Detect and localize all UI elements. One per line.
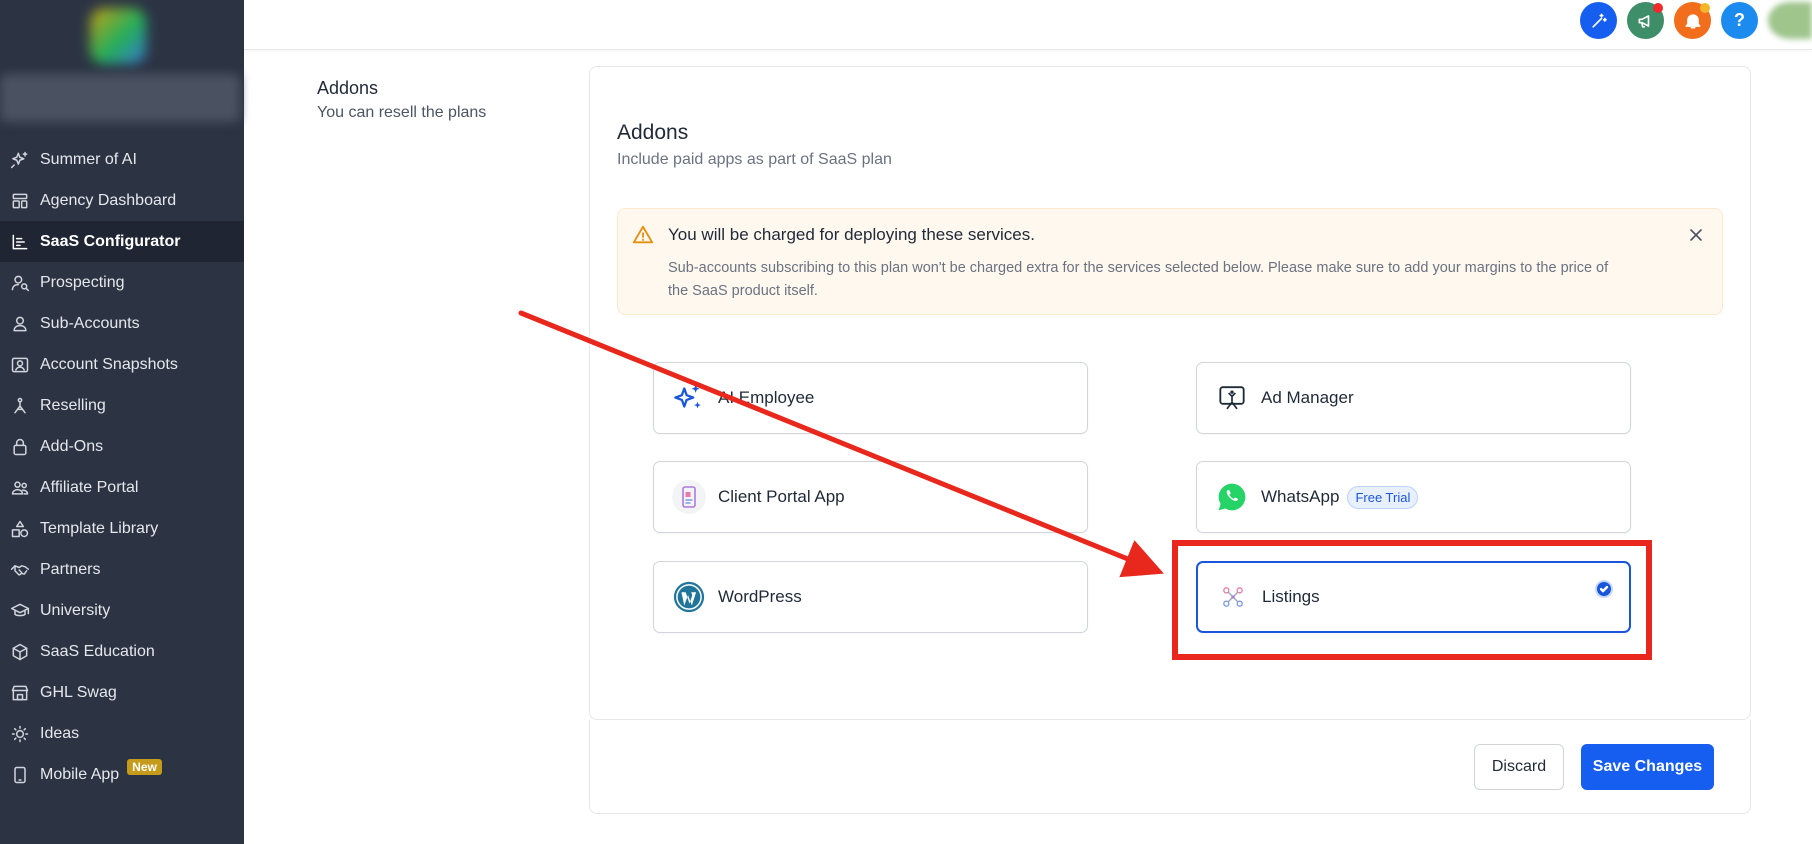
sidebar-item-prospecting[interactable]: Prospecting [0,262,244,303]
shapes-icon [9,518,31,540]
sidebar-item-label: Mobile App [40,765,120,783]
sidebar-item-label: Summer of AI [40,150,137,168]
top-bar: ? [244,0,1812,50]
addon-name: AI Employee [718,388,815,407]
sidebar-item-university[interactable]: University [0,590,244,631]
agency-logo[interactable] [90,8,146,64]
store-icon [9,682,31,704]
addon-whatsapp[interactable]: WhatsApp Free Trial [1196,461,1631,533]
sidebar-item-label: University [40,601,111,619]
sidebar-item-label: SaaS Education [40,642,155,660]
sidebar-item-label: Add-Ons [40,437,104,455]
users-icon [9,477,31,499]
sidebar-item-label: Reselling [40,396,106,414]
free-trial-badge: Free Trial [1347,485,1419,509]
sidebar-item-partners[interactable]: Partners [0,549,244,590]
bell-icon [1685,13,1700,28]
warning-icon [632,224,654,246]
dashboard-icon [9,190,31,212]
lock-icon [9,436,31,458]
form-footer: Discard Save Changes [589,720,1751,814]
top-actions: ? [1570,2,1812,39]
snapshot-icon [9,354,31,376]
ai-assistant-button[interactable] [1580,2,1617,39]
checkmark-icon [1595,580,1613,598]
sidebar-item-affiliate-portal[interactable]: Affiliate Portal [0,467,244,508]
new-badge: New [127,758,162,775]
addons-card: Addons Include paid apps as part of SaaS… [589,66,1751,720]
whatsapp-icon [1214,479,1250,515]
sidebar-item-saas-configurator[interactable]: SaaS Configurator [0,221,244,262]
addon-name: Client Portal App [718,487,845,506]
addon-name: WordPress [718,587,802,606]
alert-body: Sub-accounts subscribing to this plan wo… [668,260,1609,299]
sparkles-icon [9,149,31,171]
sidebar-item-label: Affiliate Portal [40,478,139,496]
addon-client-portal-app[interactable]: Client Portal App [653,461,1088,533]
sidebar-item-reselling[interactable]: Reselling [0,385,244,426]
notifications-button[interactable] [1674,2,1711,39]
magic-wand-icon [1591,13,1607,28]
close-icon[interactable] [1686,225,1706,245]
discard-button[interactable]: Discard [1474,744,1564,790]
sidebar-item-label: Agency Dashboard [40,191,177,209]
sidebar-item-label: Template Library [40,519,159,537]
reselling-icon [9,395,31,417]
handshake-icon [9,559,31,581]
mobile-icon [9,764,31,786]
sidebar: Summer of AI Agency Dashboard SaaS Confi… [0,0,244,844]
alert-title: You will be charged for deploying these … [668,225,1035,244]
sidebar-item-saas-education[interactable]: SaaS Education [0,631,244,672]
addon-name: WhatsApp [1261,487,1340,506]
notification-dot [1653,3,1663,13]
chart-bar-icon [9,231,31,253]
help-icon: ? [1734,10,1745,30]
section-subtitle: You can resell the plans [317,104,487,121]
ad-manager-icon [1214,380,1250,416]
addon-wordpress[interactable]: WordPress [653,561,1088,633]
addon-name: Ad Manager [1261,388,1354,407]
addon-name: Listings [1262,587,1320,606]
sidebar-item-ghl-swag[interactable]: GHL Swag [0,672,244,713]
sidebar-item-label: Account Snapshots [40,355,178,373]
sidebar-item-template-library[interactable]: Template Library [0,508,244,549]
sidebar-item-mobile-app[interactable]: Mobile App New [0,754,244,795]
sidebar-item-add-ons[interactable]: Add-Ons [0,426,244,467]
section-title: Addons [317,78,379,98]
sidebar-item-agency-dashboard[interactable]: Agency Dashboard [0,180,244,221]
ai-sparkles-icon [671,380,707,416]
sidebar-item-label: SaaS Configurator [40,232,181,250]
addon-ad-manager[interactable]: Ad Manager [1196,362,1631,434]
sidebar-item-ideas[interactable]: Ideas [0,713,244,754]
client-portal-icon [671,479,707,515]
sidebar-item-label: Sub-Accounts [40,314,140,332]
listings-icon [1215,579,1251,615]
wordpress-icon [671,579,707,615]
sidebar-item-label: Ideas [40,724,80,742]
charge-warning-alert: You will be charged for deploying these … [617,208,1723,315]
sidebar-item-label: Prospecting [40,273,125,291]
lightbulb-icon [9,723,31,745]
graduation-cap-icon [9,600,31,622]
notification-dot [1700,3,1710,13]
sidebar-item-account-snapshots[interactable]: Account Snapshots [0,344,244,385]
card-subtitle: Include paid apps as part of SaaS plan [617,151,892,168]
sidebar-item-sub-accounts[interactable]: Sub-Accounts [0,303,244,344]
addon-ai-employee[interactable]: AI Employee [653,362,1088,434]
sidebar-item-summer-of-ai[interactable]: Summer of AI [0,139,244,180]
user-search-icon [9,272,31,294]
save-changes-button[interactable]: Save Changes [1581,744,1714,790]
announcements-button[interactable] [1627,2,1664,39]
megaphone-icon [1638,14,1649,28]
user-icon [9,313,31,335]
help-button[interactable]: ? [1721,2,1758,39]
sidebar-nav: Summer of AI Agency Dashboard SaaS Confi… [0,139,244,795]
sidebar-item-label: GHL Swag [40,683,117,701]
addon-listings[interactable]: Listings [1196,561,1631,633]
sidebar-item-label: Partners [40,560,101,578]
card-title: Addons [617,121,689,144]
account-switcher[interactable] [0,74,240,122]
avatar[interactable] [1768,2,1812,39]
cube-icon [9,641,31,663]
